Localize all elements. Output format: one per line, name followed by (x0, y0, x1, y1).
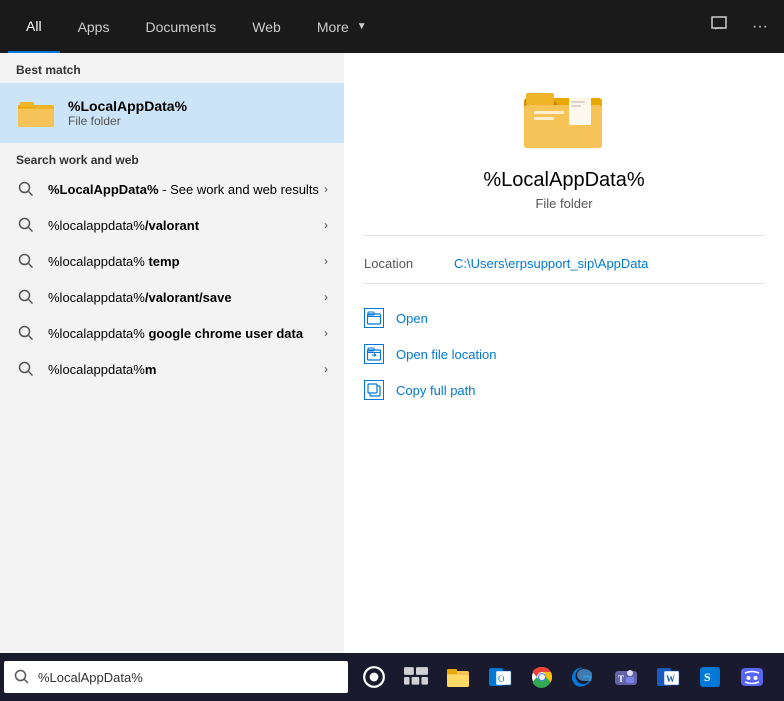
outlook-icon: O (488, 665, 512, 689)
location-row: Location C:\Users\erpsupport_sip\AppData (364, 252, 764, 283)
store-icon: S (698, 665, 722, 689)
tab-apps[interactable]: Apps (60, 0, 128, 53)
tab-web[interactable]: Web (234, 0, 299, 53)
nav-right-icons: ··· (702, 11, 776, 42)
word-icon: W (656, 665, 680, 689)
search-item-text: %localappdata%/valorant/save (48, 290, 324, 305)
top-nav: All Apps Documents Web More ▼ ··· (0, 0, 784, 53)
result-subtitle: File folder (535, 196, 592, 211)
taskbar-search-text: %LocalAppData% (38, 670, 338, 685)
more-options-button[interactable]: ··· (744, 14, 776, 40)
search-work-web-label: Search work and web (0, 143, 344, 171)
search-item-text: %localappdata% google chrome user data (48, 326, 324, 341)
search-magnifier-icon (16, 287, 36, 307)
file-explorer-icon (446, 665, 470, 689)
open-action[interactable]: Open (364, 300, 764, 336)
taskbar-edge-button[interactable] (564, 653, 604, 701)
chat-icon-button[interactable] (702, 11, 736, 42)
left-panel: Best match %LocalAppData% File folder Se… (0, 53, 344, 653)
location-value[interactable]: C:\Users\erpsupport_sip\AppData (454, 256, 648, 271)
location-label: Location (364, 256, 454, 271)
svg-text:S: S (704, 670, 711, 684)
tab-documents[interactable]: Documents (127, 0, 234, 53)
svg-text:T: T (618, 674, 624, 684)
tab-apps-label: Apps (78, 19, 110, 35)
teams-icon: T (614, 665, 638, 689)
tab-more-label: More (317, 19, 349, 35)
best-match-label: Best match (0, 53, 344, 83)
chrome-icon (530, 665, 554, 689)
folder-icon-large (524, 83, 604, 153)
best-match-subtitle: File folder (68, 114, 187, 128)
taskbar-task-view-button[interactable] (396, 653, 436, 701)
chevron-right-icon: › (324, 362, 328, 376)
open-file-location-action[interactable]: Open file location (364, 336, 764, 372)
search-result-item[interactable]: %LocalAppData% - See work and web result… (0, 171, 344, 207)
svg-text:W: W (666, 674, 675, 684)
search-item-text: %localappdata% temp (48, 254, 324, 269)
search-item-text: %localappdata%m (48, 362, 324, 377)
copy-path-action[interactable]: Copy full path (364, 372, 764, 408)
search-result-item[interactable]: %localappdata%/valorant › (0, 207, 344, 243)
taskbar-discord-button[interactable] (732, 653, 772, 701)
right-panel: %LocalAppData% File folder Location C:\U… (344, 53, 784, 653)
taskbar-outlook-button[interactable]: O (480, 653, 520, 701)
search-result-item[interactable]: %localappdata% temp › (0, 243, 344, 279)
chevron-right-icon: › (324, 326, 328, 340)
search-result-item[interactable]: %localappdata% google chrome user data › (0, 315, 344, 351)
chevron-right-icon: › (324, 254, 328, 268)
chevron-down-icon: ▼ (357, 21, 367, 32)
best-match-item[interactable]: %LocalAppData% File folder (0, 83, 344, 143)
open-folder-icon (364, 308, 384, 328)
open-action-label: Open (396, 311, 428, 326)
chevron-right-icon: › (324, 182, 328, 196)
copy-full-path-label: Copy full path (396, 383, 476, 398)
tab-more[interactable]: More ▼ (299, 0, 385, 53)
open-file-location-label: Open file location (396, 347, 496, 362)
tab-documents-label: Documents (145, 19, 216, 35)
tab-web-label: Web (252, 19, 281, 35)
taskbar-cortana-button[interactable] (354, 653, 394, 701)
chevron-right-icon: › (324, 290, 328, 304)
divider (364, 235, 764, 236)
taskbar-word-button[interactable]: W (648, 653, 688, 701)
search-magnifier-icon (16, 359, 36, 379)
search-magnifier-icon (16, 323, 36, 343)
taskbar-search-box[interactable]: %LocalAppData% (4, 661, 348, 693)
taskbar-icons: O T (354, 653, 772, 701)
taskbar-file-explorer-button[interactable] (438, 653, 478, 701)
copy-icon (364, 380, 384, 400)
search-magnifier-icon (16, 179, 36, 199)
taskbar: %LocalAppData% (0, 653, 784, 701)
task-view-icon (404, 665, 428, 689)
search-result-item[interactable]: %localappdata%m › (0, 351, 344, 387)
tab-all-label: All (26, 18, 42, 34)
search-item-text: %localappdata%/valorant (48, 218, 324, 233)
search-item-text: %LocalAppData% - See work and web result… (48, 182, 324, 197)
main-container: Best match %LocalAppData% File folder Se… (0, 53, 784, 653)
tab-all[interactable]: All (8, 0, 60, 53)
chevron-right-icon: › (324, 218, 328, 232)
cortana-icon (362, 665, 386, 689)
svg-text:O: O (498, 674, 505, 684)
open-location-icon (364, 344, 384, 364)
edge-icon (572, 665, 596, 689)
taskbar-search-icon (14, 669, 30, 685)
search-result-item[interactable]: %localappdata%/valorant/save › (0, 279, 344, 315)
discord-icon (740, 665, 764, 689)
taskbar-store-button[interactable]: S (690, 653, 730, 701)
best-match-text-block: %LocalAppData% File folder (68, 98, 187, 128)
divider (364, 283, 764, 284)
taskbar-teams-button[interactable]: T (606, 653, 646, 701)
taskbar-chrome-button[interactable] (522, 653, 562, 701)
search-magnifier-icon (16, 215, 36, 235)
result-title: %LocalAppData% (483, 169, 644, 192)
best-match-title: %LocalAppData% (68, 98, 187, 114)
search-magnifier-icon (16, 251, 36, 271)
folder-icon-small (16, 93, 56, 133)
